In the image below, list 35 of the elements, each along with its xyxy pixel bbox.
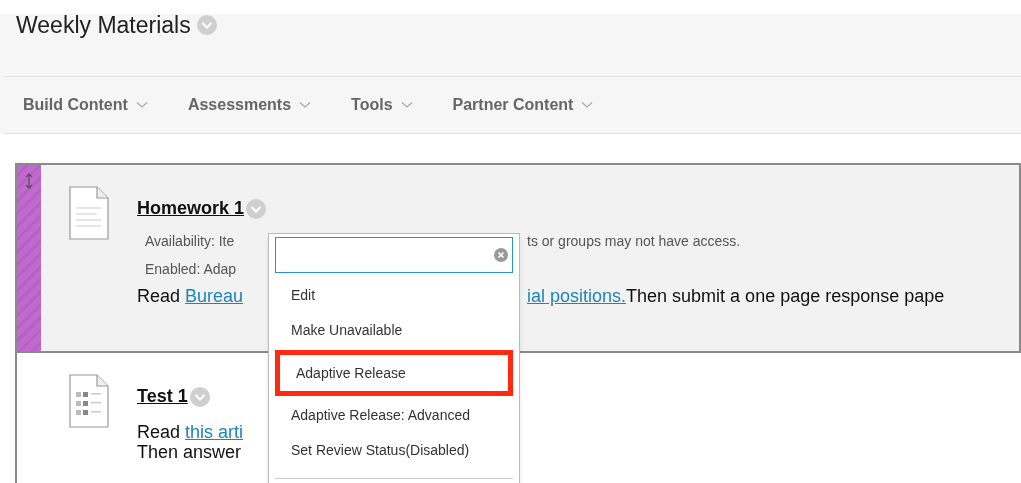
link[interactable]: Bureau [185,286,244,306]
document-icon [69,186,109,240]
menu-item[interactable]: Make Unavailable [275,313,513,348]
toolbar-menu[interactable]: Partner Content [452,93,594,117]
search-field[interactable] [275,237,513,273]
chevron-down-icon[interactable] [246,198,267,219]
move-arrow-icon [25,173,33,189]
menu-item[interactable]: Set Review Status(Disabled) [275,433,513,468]
item-detail: ts or groups may not have access. [527,232,741,251]
clear-icon [494,248,508,262]
chevron-down-icon[interactable] [196,15,217,36]
chevron-down-icon[interactable] [189,386,210,407]
menu-item[interactable]: Edit [275,278,513,313]
toolbar-menu[interactable]: Assessments [187,93,312,117]
item-detail: Availability: Ite [144,232,236,251]
test-document-icon [69,374,109,428]
page-title: Weekly Materials [16,11,191,40]
item-detail: Enabled: Adap [144,260,238,279]
caret-icon [581,101,594,109]
toolbar-menu[interactable]: Build Content [23,93,148,117]
link[interactable]: ial positions. [527,286,627,306]
item-description: Then answer [137,442,243,462]
link[interactable]: this arti [185,422,244,442]
caret-icon [135,101,148,109]
menu-item[interactable]: Adaptive Release: Advanced [275,398,513,433]
item-description: ial positions.Then submit a one page response pape [527,286,945,306]
menu-item[interactable]: Adaptive Release [275,350,513,396]
drag-handle[interactable] [17,165,41,351]
item-title[interactable]: Homework 1 [137,195,245,222]
toolbar-menu[interactable]: Tools [351,93,413,117]
item-description: Read this arti [137,422,245,442]
item-title[interactable]: Test 1 [137,383,188,410]
item-description: Read Bureau [137,286,245,306]
caret-icon [400,101,413,109]
caret-icon [299,101,312,109]
